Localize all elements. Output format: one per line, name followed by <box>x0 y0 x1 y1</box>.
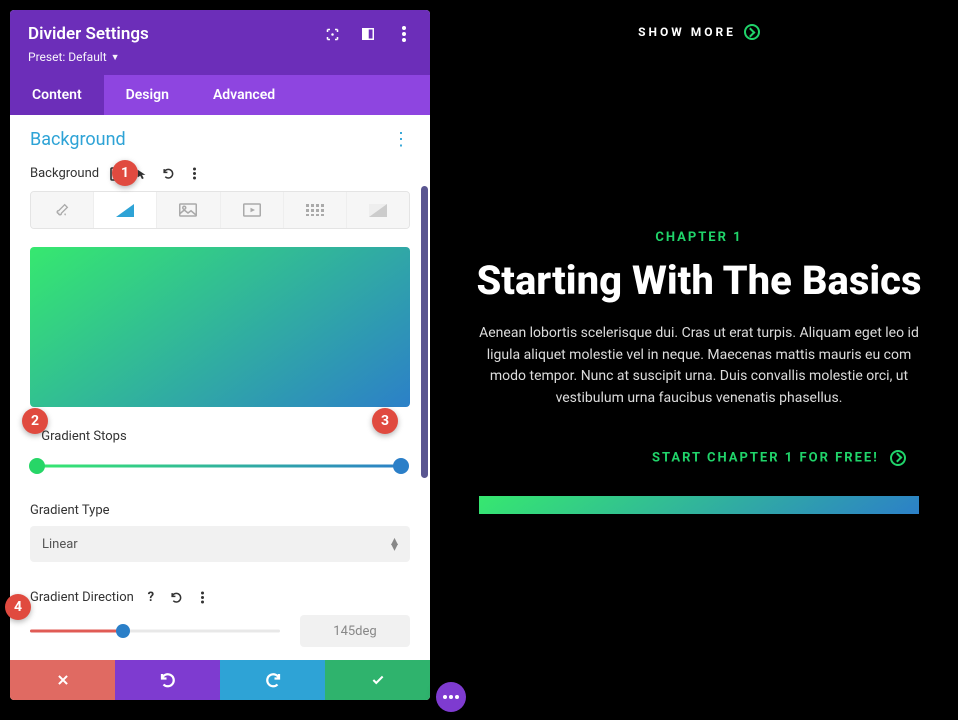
chapter-body: Aenean lobortis scelerisque dui. Cras ut… <box>469 323 929 410</box>
slider-fill <box>30 630 123 633</box>
scrollbar-thumb[interactable] <box>421 186 428 478</box>
show-more-label: SHOW MORE <box>638 25 736 39</box>
reset-icon[interactable] <box>170 591 184 605</box>
bg-type-gradient[interactable] <box>94 192 157 228</box>
expand-icon[interactable] <box>324 26 340 42</box>
chapter-label: CHAPTER 1 <box>462 230 936 245</box>
bg-type-pattern[interactable] <box>284 192 347 228</box>
gradient-stop-end[interactable] <box>393 458 409 474</box>
kebab-icon[interactable] <box>396 26 412 42</box>
gradient-preview <box>30 247 410 407</box>
annotation-badge-4: 4 <box>5 594 31 620</box>
tab-advanced[interactable]: Advanced <box>191 75 297 115</box>
settings-panel: Divider Settings Preset: Default ▼ <box>10 10 430 700</box>
caret-down-icon: ▼ <box>111 52 120 63</box>
save-button[interactable] <box>325 660 430 700</box>
section-title: Background <box>30 129 126 150</box>
stage: SHOW MORE CHAPTER 1 Starting With The Ba… <box>0 0 958 720</box>
panel-tabs: Content Design Advanced <box>10 75 430 115</box>
snap-icon[interactable] <box>360 26 376 42</box>
select-caret-icon: ▴▾ <box>391 538 398 550</box>
gradient-direction-slider[interactable] <box>30 623 280 639</box>
bg-type-color[interactable] <box>31 192 94 228</box>
divider-preview-bar <box>479 496 919 514</box>
cancel-button[interactable] <box>10 660 115 700</box>
gradient-type-label: Gradient Type <box>30 503 110 518</box>
background-field-label: Background <box>30 166 99 181</box>
gradient-direction-label: Gradient Direction <box>30 590 134 605</box>
preset-label: Preset: Default <box>28 50 107 64</box>
annotation-badge-2: 2 <box>22 408 48 434</box>
background-type-tabs <box>30 191 410 229</box>
tab-design[interactable]: Design <box>104 75 191 115</box>
chapter-title: Starting With The Basics <box>462 259 936 303</box>
gradient-stops-track <box>37 465 403 468</box>
gradient-stops-label: GrGradient Stops <box>30 429 410 444</box>
slider-handle[interactable] <box>116 624 130 638</box>
gradient-type-value: Linear <box>42 537 78 552</box>
panel-header: Divider Settings Preset: Default ▼ <box>10 10 430 75</box>
arrow-right-circle-icon <box>744 24 760 40</box>
page-preview: SHOW MORE CHAPTER 1 Starting With The Ba… <box>440 0 958 720</box>
panel-footer <box>10 660 430 700</box>
gradient-stop-start[interactable] <box>29 458 45 474</box>
fab-more-button[interactable] <box>436 682 466 712</box>
start-chapter-link[interactable]: START CHAPTER 1 FOR FREE! <box>462 450 936 466</box>
panel-body: Background ⋮ Background <box>10 115 430 660</box>
field-kebab-icon[interactable] <box>187 167 201 181</box>
help-icon[interactable]: ? <box>144 591 158 605</box>
arrow-right-circle-icon <box>890 450 906 466</box>
section-options-icon[interactable]: ⋮ <box>392 131 410 149</box>
redo-button[interactable] <box>220 660 325 700</box>
panel-title: Divider Settings <box>28 24 149 44</box>
gradient-stops-slider[interactable] <box>30 458 410 474</box>
annotation-badge-1: 1 <box>112 160 138 186</box>
start-chapter-label: START CHAPTER 1 FOR FREE! <box>652 450 879 465</box>
gradient-direction-value[interactable]: 145deg <box>300 615 410 647</box>
bg-type-mask[interactable] <box>347 192 409 228</box>
show-more-link[interactable]: SHOW MORE <box>638 24 760 40</box>
undo-button[interactable] <box>115 660 220 700</box>
field-kebab-icon[interactable] <box>196 591 210 605</box>
reset-icon[interactable] <box>161 167 175 181</box>
preset-selector[interactable]: Preset: Default ▼ <box>28 50 120 64</box>
gradient-type-select[interactable]: Linear ▴▾ <box>30 526 410 562</box>
annotation-badge-3: 3 <box>372 408 398 434</box>
bg-type-image[interactable] <box>157 192 220 228</box>
tab-content[interactable]: Content <box>10 75 104 115</box>
bg-type-video[interactable] <box>221 192 284 228</box>
